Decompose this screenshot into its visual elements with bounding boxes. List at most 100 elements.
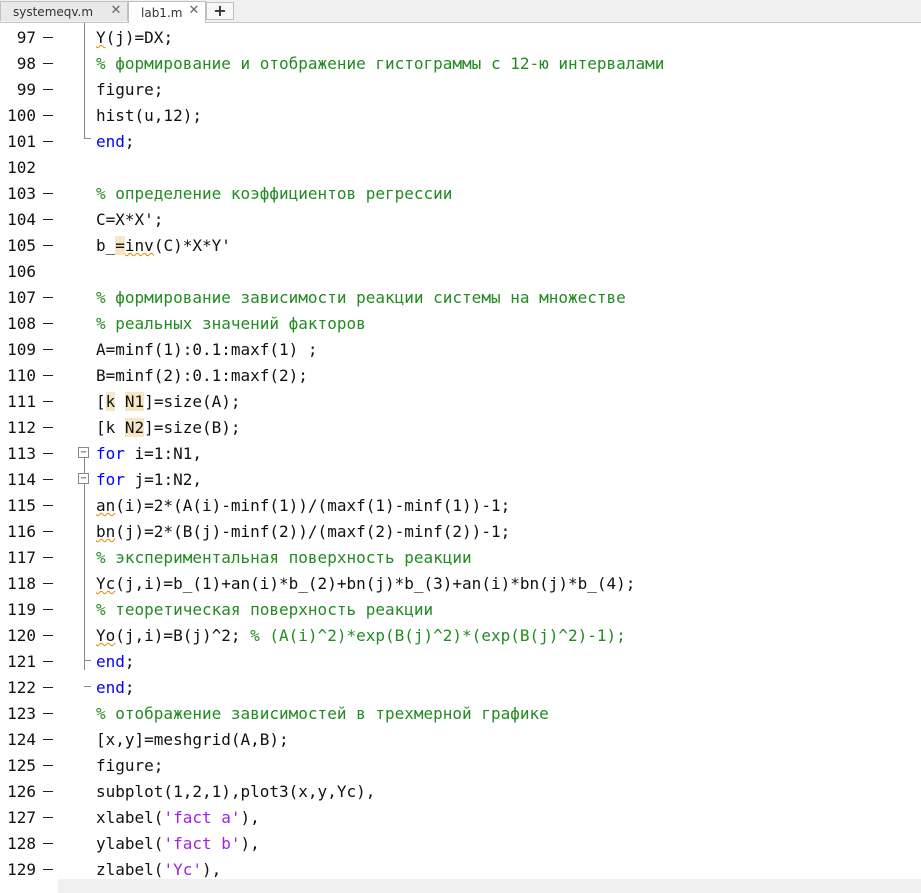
breakpoint-marker[interactable] (43, 323, 53, 324)
breakpoint-marker[interactable] (43, 505, 53, 506)
breakpoint-marker[interactable] (43, 375, 53, 376)
breakpoint-marker[interactable] (43, 531, 53, 532)
code-text: an(i)=2*(A(i)-minf(1))/(maxf(1)-minf(1))… (96, 496, 511, 515)
code-line[interactable]: 98 % формирование и отображение гистограм… (0, 51, 921, 77)
breakpoint-marker[interactable] (43, 583, 53, 584)
code-text: [k N1]=size(A); (96, 392, 241, 411)
close-icon[interactable]: ✕ (187, 4, 201, 18)
code-line[interactable]: 123 % отображение зависимостей в трехмерн… (0, 701, 921, 727)
code-line[interactable]: 118 Yc(j,i)=b_(1)+an(i)*b_(2)+bn(j)*b_(3)… (0, 571, 921, 597)
breakpoint-marker[interactable] (43, 219, 53, 220)
breakpoint-marker[interactable] (43, 635, 53, 636)
code-line[interactable]: 120 Yo(j,i)=B(j)^2; % (A(i)^2)*exp(B(j)^2… (0, 623, 921, 649)
breakpoint-marker[interactable] (43, 479, 53, 480)
code-line[interactable]: 122 end; (0, 675, 921, 701)
code-line[interactable]: 109 A=minf(1):0.1:maxf(1) ; (0, 337, 921, 363)
code-line[interactable]: 100 hist(u,12); (0, 103, 921, 129)
breakpoint-marker[interactable] (43, 843, 53, 844)
line-number: 97 (16, 28, 36, 47)
breakpoint-marker[interactable] (43, 765, 53, 766)
line-number: 108 (7, 314, 36, 333)
line-number: 120 (7, 626, 36, 645)
breakpoint-marker[interactable] (43, 401, 53, 402)
close-icon[interactable]: ✕ (109, 4, 123, 18)
code-line[interactable]: 111 [k N1]=size(A); (0, 389, 921, 415)
breakpoint-marker[interactable] (43, 453, 53, 454)
breakpoint-marker[interactable] (43, 349, 53, 350)
breakpoint-marker[interactable] (43, 557, 53, 558)
breakpoint-marker[interactable] (43, 817, 53, 818)
breakpoint-marker[interactable] (43, 713, 53, 714)
breakpoint-marker[interactable] (43, 687, 53, 688)
code-line[interactable]: 110 B=minf(2):0.1:maxf(2); (0, 363, 921, 389)
code-line[interactable]: 117 % экспериментальная поверхность реакц… (0, 545, 921, 571)
code-text: % определение коэффициентов регрессии (96, 184, 453, 203)
breakpoint-marker[interactable] (43, 661, 53, 662)
code-text: Yo(j,i)=B(j)^2; % (A(i)^2)*exp(B(j)^2)*(… (96, 626, 626, 645)
line-number: 101 (7, 132, 36, 151)
code-text: % отображение зависимостей в трехмерной … (96, 704, 549, 723)
code-line[interactable]: 103 % определение коэффициентов регрессии (0, 181, 921, 207)
code-line[interactable]: 126 subplot(1,2,1),plot3(x,y,Yc), (0, 779, 921, 805)
code-line[interactable]: 124 [x,y]=meshgrid(A,B); (0, 727, 921, 753)
breakpoint-marker[interactable] (43, 427, 53, 428)
breakpoint-marker[interactable] (43, 141, 53, 142)
line-number: 105 (7, 236, 36, 255)
horizontal-scrollbar[interactable] (58, 879, 921, 893)
line-number: 106 (7, 262, 36, 281)
code-line[interactable]: 104 C=X*X'; (0, 207, 921, 233)
breakpoint-marker[interactable] (43, 245, 53, 246)
code-text: figure; (96, 756, 164, 775)
code-line[interactable]: 106 (0, 259, 921, 285)
code-line[interactable]: 102 (0, 155, 921, 181)
breakpoint-marker[interactable] (43, 609, 53, 610)
code-line[interactable]: 115 an(i)=2*(A(i)-minf(1))/(maxf(1)-minf(… (0, 493, 921, 519)
line-number: 125 (7, 756, 36, 775)
line-number: 118 (7, 574, 36, 593)
code-line[interactable]: 105 b_=inv(C)*X*Y' (0, 233, 921, 259)
line-number: 114 (7, 470, 36, 489)
tab-label: lab1.m (141, 5, 183, 20)
breakpoint-marker[interactable] (43, 869, 53, 870)
breakpoint-marker[interactable] (43, 739, 53, 740)
tab-systemeqv[interactable]: systemeqv.m ✕ (0, 1, 128, 21)
code-line[interactable]: 113 for i=1:N1, (0, 441, 921, 467)
code-line[interactable]: 112 [k N2]=size(B); (0, 415, 921, 441)
line-number: 99 (16, 80, 36, 99)
code-text: % теоретическая поверхность реакции (96, 600, 434, 619)
code-text: figure; (96, 80, 164, 99)
breakpoint-marker[interactable] (43, 297, 53, 298)
line-number: 111 (7, 392, 36, 411)
line-number: 100 (7, 106, 36, 125)
code-line[interactable]: 114 for j=1:N2, (0, 467, 921, 493)
code-line[interactable]: 125 figure; (0, 753, 921, 779)
code-text: hist(u,12); (96, 106, 202, 125)
code-line[interactable]: 121 end; (0, 649, 921, 675)
line-number: 127 (7, 808, 36, 827)
code-line[interactable]: 101 end; (0, 129, 921, 155)
code-line[interactable]: 127 xlabel('fact a'), (0, 805, 921, 831)
line-number: 113 (7, 444, 36, 463)
code-line[interactable]: 116 bn(j)=2*(B(j)-minf(2))/(maxf(2)-minf(… (0, 519, 921, 545)
add-tab-button[interactable]: + (206, 2, 234, 20)
line-number: 110 (7, 366, 36, 385)
code-text: % формирование зависимости реакции систе… (96, 288, 626, 307)
tab-lab1[interactable]: lab1.m ✕ (128, 1, 206, 23)
code-text: b_=inv(C)*X*Y' (96, 236, 231, 255)
code-line[interactable]: 107 % формирование зависимости реакции си… (0, 285, 921, 311)
code-text: C=X*X'; (96, 210, 164, 229)
code-line[interactable]: 108 % реальных значений факторов (0, 311, 921, 337)
breakpoint-marker[interactable] (43, 791, 53, 792)
code-line[interactable]: 128 ylabel('fact b'), (0, 831, 921, 857)
breakpoint-marker[interactable] (43, 89, 53, 90)
breakpoint-marker[interactable] (43, 193, 53, 194)
line-number: 124 (7, 730, 36, 749)
code-line[interactable]: 97 Y(j)=DX; (0, 25, 921, 51)
code-line[interactable]: 119 % теоретическая поверхность реакции (0, 597, 921, 623)
breakpoint-marker[interactable] (43, 37, 53, 38)
code-line[interactable]: 99 figure; (0, 77, 921, 103)
line-number: 103 (7, 184, 36, 203)
breakpoint-marker[interactable] (43, 115, 53, 116)
code-editor[interactable]: − − 97 Y(j)=DX; 98% формирование и отображ… (0, 23, 921, 893)
breakpoint-marker[interactable] (43, 63, 53, 64)
